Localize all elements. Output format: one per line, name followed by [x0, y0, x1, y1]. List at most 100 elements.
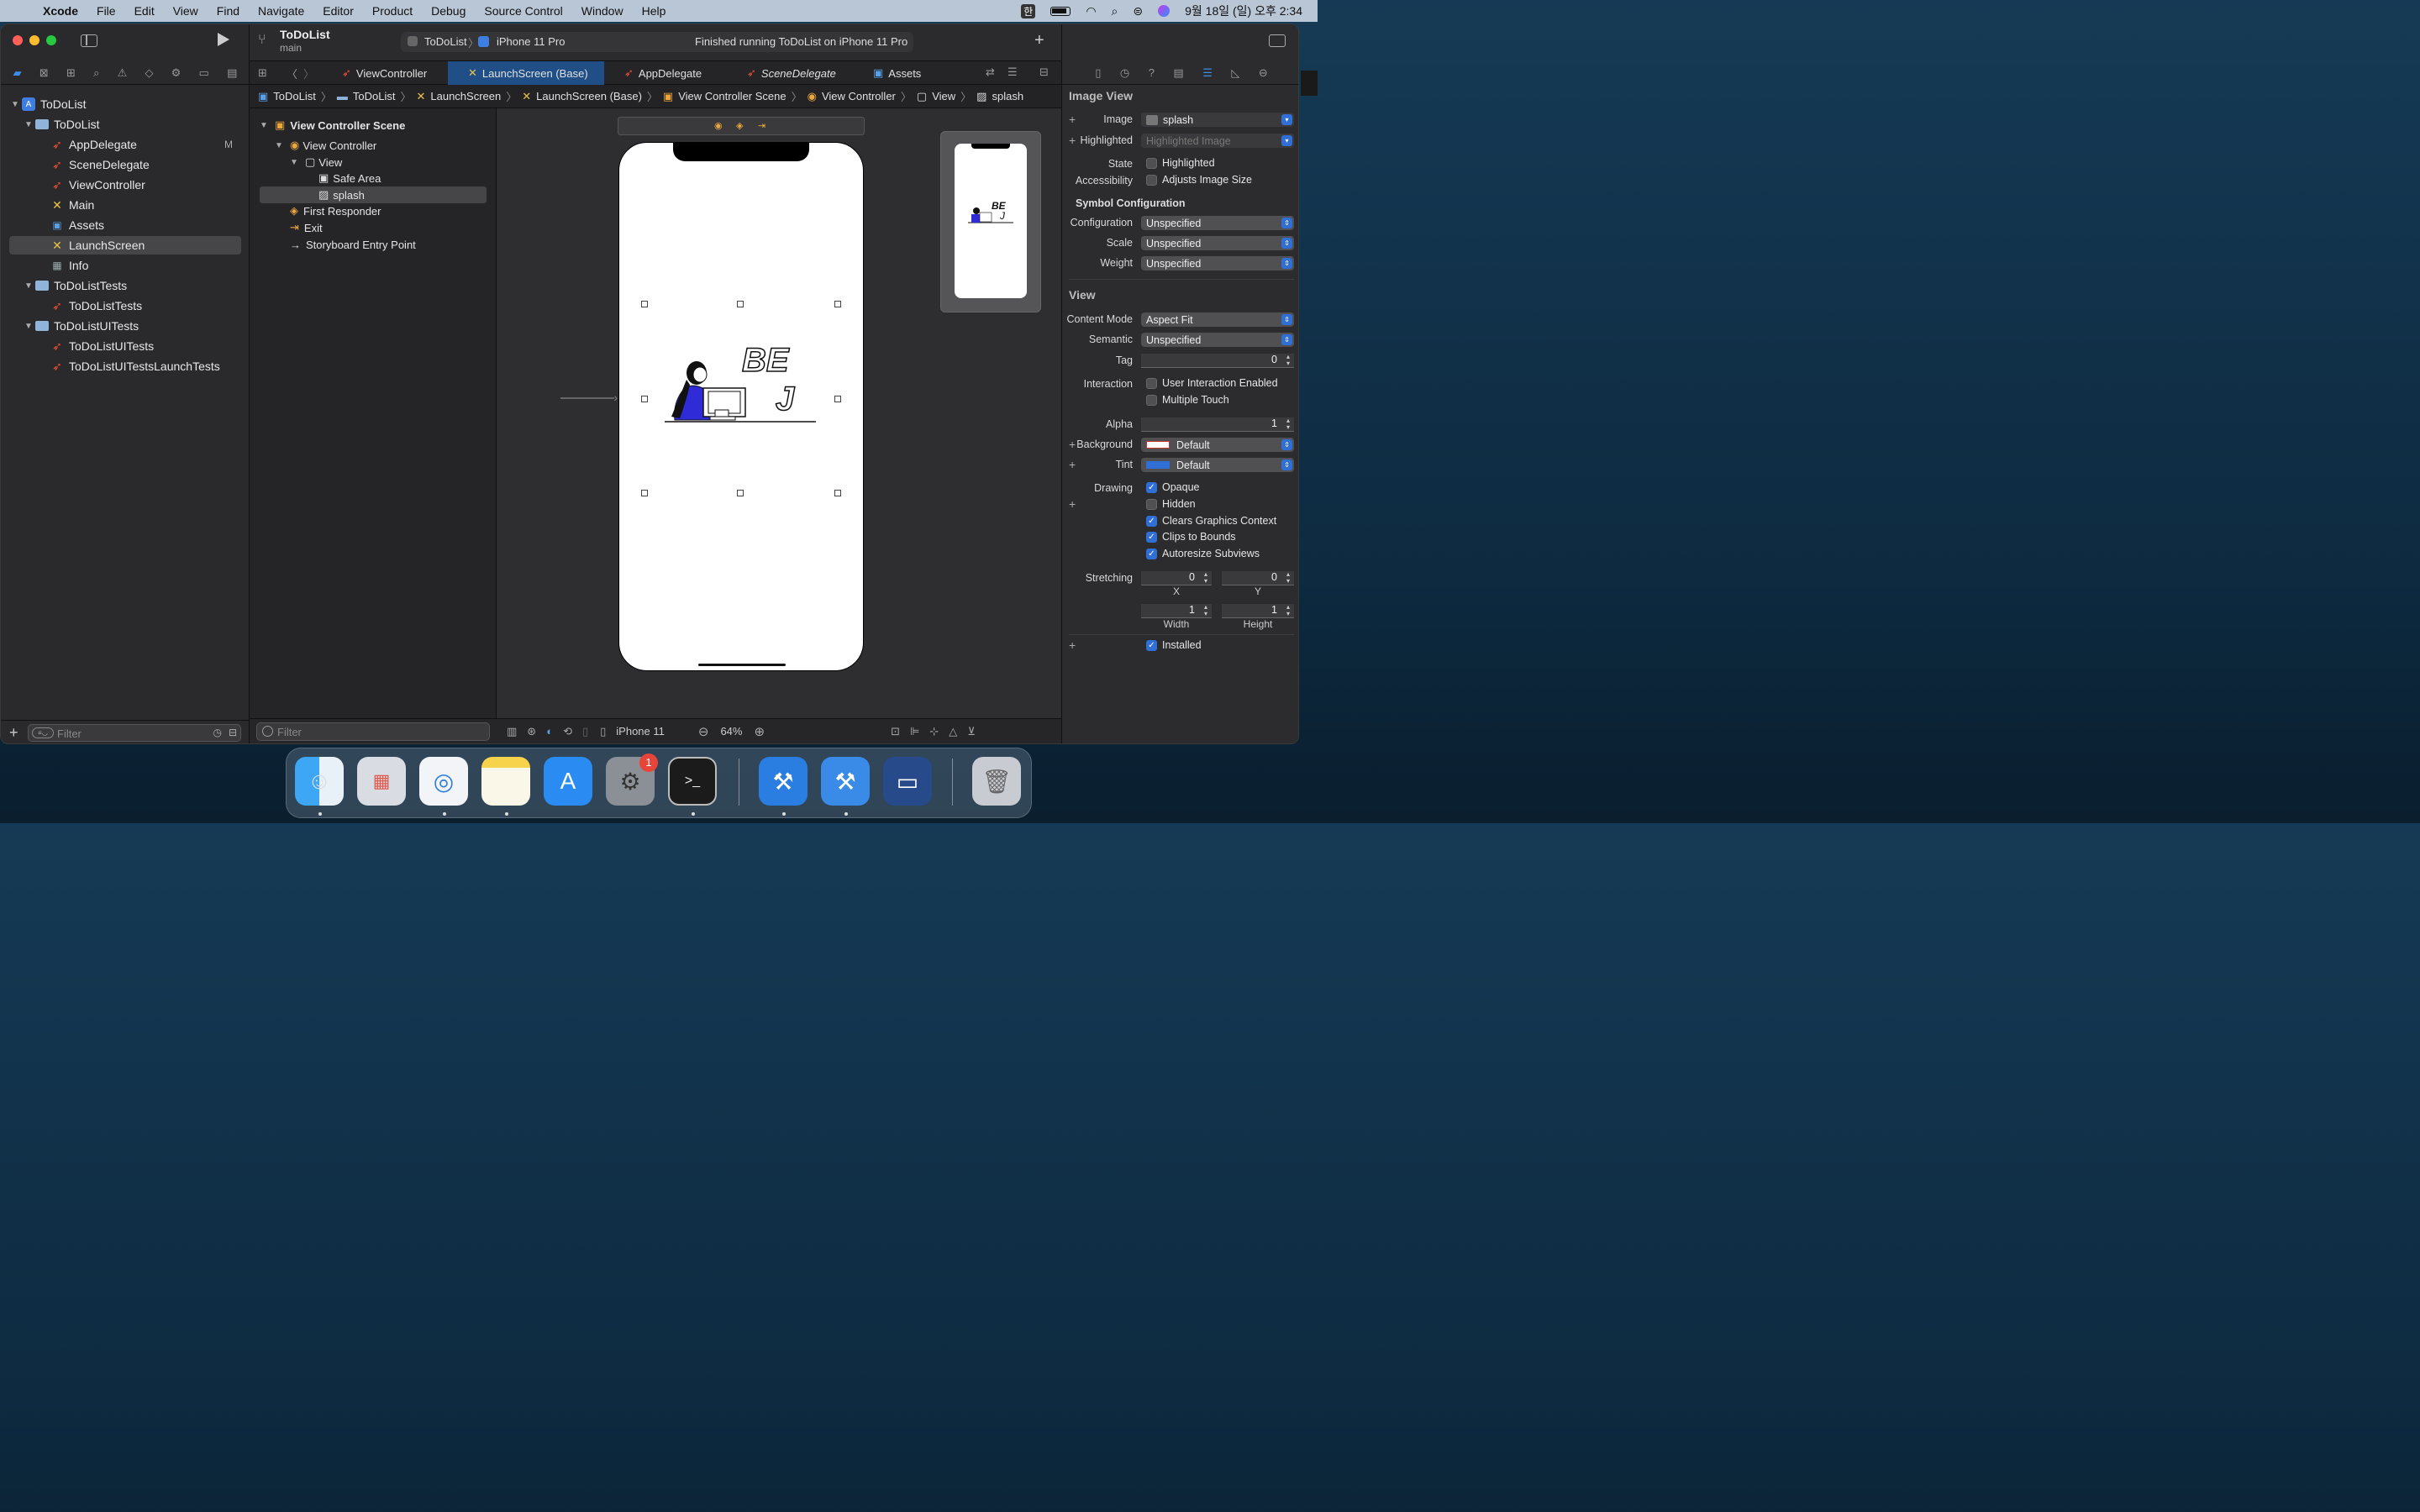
tree-item-project[interactable]: ▼ A ToDoList: [9, 95, 241, 113]
tab-launchscreen[interactable]: ✕ LaunchScreen (Base): [448, 61, 604, 85]
size-inspector-icon[interactable]: ◺: [1231, 66, 1239, 80]
scale-popup[interactable]: Unspecified ⇕: [1141, 236, 1294, 250]
tree-item-assets[interactable]: ▣ Assets: [9, 216, 241, 234]
menu-view[interactable]: View: [164, 4, 208, 18]
align-icon[interactable]: ⊫: [910, 725, 919, 738]
outline-scene[interactable]: ▼ ▣ View Controller Scene: [260, 117, 487, 134]
add-variation-icon[interactable]: +: [1069, 638, 1076, 652]
disclosure-chevron-icon[interactable]: ▼: [275, 141, 287, 150]
device-icon[interactable]: ▯: [600, 725, 606, 738]
menu-clock[interactable]: 9월 18일 (일) 오후 2:34: [1185, 3, 1302, 19]
dock-safari-icon[interactable]: ◎: [419, 757, 468, 806]
appearance-icon[interactable]: ◐: [546, 725, 553, 738]
dock-app-store-icon[interactable]: A: [544, 757, 592, 806]
disclosure-chevron-icon[interactable]: ▼: [290, 158, 302, 167]
resize-handle[interactable]: [641, 490, 648, 496]
tree-item-group-todolist[interactable]: ▼ ToDoList: [9, 115, 241, 134]
dock-trash-icon[interactable]: 🗑: [972, 757, 1021, 806]
outline-safe-area[interactable]: ▣ Safe Area: [260, 170, 487, 186]
related-items-icon[interactable]: ⊞: [258, 66, 267, 80]
outline-view[interactable]: ▼ ▢ View: [260, 154, 487, 171]
editor-options-icon[interactable]: ☰: [1007, 66, 1018, 79]
opaque-checkbox[interactable]: ✓ Opaque: [1146, 481, 1199, 493]
zoom-out-icon[interactable]: ⊖: [698, 724, 709, 739]
tree-item-group-tests[interactable]: ▼ ToDoListTests: [9, 276, 241, 295]
tree-item-uitests-file[interactable]: ➶ ToDoListUITests: [9, 337, 241, 355]
tree-item-viewcontroller[interactable]: ➶ ViewController: [9, 176, 241, 194]
run-button[interactable]: [218, 33, 229, 46]
jumpbar-item[interactable]: View: [932, 90, 955, 102]
stretch-height-field[interactable]: 1 ▴ ▾: [1222, 604, 1294, 618]
resize-handle[interactable]: [834, 490, 841, 496]
accessibility-icon[interactable]: ⊛: [527, 725, 536, 738]
content-mode-popup[interactable]: Aspect Fit ⇕: [1141, 312, 1294, 327]
menu-file[interactable]: File: [87, 4, 125, 18]
menu-find[interactable]: Find: [208, 4, 249, 18]
resize-handle[interactable]: [834, 301, 841, 307]
connections-inspector-icon[interactable]: ⊖: [1259, 66, 1268, 80]
folder-navigator-icon[interactable]: ▰: [13, 66, 22, 80]
navigator-filter-input[interactable]: ≡◡ Filter ◷ ⊟: [28, 724, 241, 742]
semantic-popup[interactable]: Unspecified ⇕: [1141, 333, 1294, 347]
symbol-navigator-icon[interactable]: ⊞: [66, 66, 76, 80]
tree-item-launchscreen[interactable]: ✕ LaunchScreen: [9, 236, 241, 255]
menu-source-control[interactable]: Source Control: [475, 4, 571, 18]
dock-terminal-icon[interactable]: >_: [668, 757, 717, 806]
configuration-popup[interactable]: Unspecified ⇕: [1141, 216, 1294, 230]
back-chevron-icon[interactable]: 〈: [287, 66, 297, 81]
weight-popup[interactable]: Unspecified ⇕: [1141, 256, 1294, 270]
attributes-inspector-icon[interactable]: ☰: [1202, 66, 1213, 80]
file-inspector-icon[interactable]: ▯: [1095, 66, 1101, 80]
split-editor-icon[interactable]: ⊟: [1039, 66, 1049, 79]
menu-help[interactable]: Help: [633, 4, 676, 18]
debug-navigator-icon[interactable]: ⚙: [171, 66, 182, 80]
launch-screen-device[interactable]: BE J: [618, 142, 864, 671]
device-layout-icon[interactable]: ▯: [582, 725, 588, 738]
background-color-popup[interactable]: Default ⇕: [1141, 438, 1294, 452]
user-interaction-checkbox[interactable]: User Interaction Enabled: [1146, 377, 1278, 389]
scene-dock[interactable]: ◉ ◈ ⇥: [618, 117, 865, 135]
tab-assets[interactable]: ▣ Assets: [863, 61, 947, 85]
resize-handle[interactable]: [641, 301, 648, 307]
filter-options-icon[interactable]: ≡◡: [32, 727, 54, 738]
menu-navigate[interactable]: Navigate: [249, 4, 313, 18]
find-navigator-icon[interactable]: ⌕: [93, 66, 99, 80]
menu-window[interactable]: Window: [572, 4, 633, 18]
siri-icon[interactable]: [1158, 5, 1171, 17]
close-window-button[interactable]: [13, 35, 23, 45]
scm-filter-icon[interactable]: ⊟: [229, 727, 237, 738]
battery-icon[interactable]: [1050, 6, 1071, 16]
tab-viewcontroller[interactable]: ➶ ViewController: [332, 61, 441, 85]
resize-handle[interactable]: [737, 301, 744, 307]
issue-navigator-icon[interactable]: ⚠: [118, 66, 128, 80]
disclosure-chevron-icon[interactable]: ▼: [260, 121, 271, 130]
dock-xcode-beta-icon[interactable]: ⚒: [821, 757, 870, 806]
breakpoint-navigator-icon[interactable]: ▭: [199, 66, 209, 80]
tab-scenedelegate[interactable]: ➶ SceneDelegate: [734, 61, 851, 85]
tab-appdelegate[interactable]: ➶ AppDelegate: [611, 61, 729, 85]
clips-bounds-checkbox[interactable]: ✓ Clips to Bounds: [1146, 531, 1236, 543]
view-controller-icon[interactable]: ◉: [714, 120, 723, 131]
tree-item-appdelegate[interactable]: ➶ AppDelegate M: [9, 135, 241, 154]
minimize-window-button[interactable]: [29, 35, 39, 45]
menu-app[interactable]: Xcode: [34, 4, 87, 18]
interface-builder-canvas[interactable]: ◉ ◈ ⇥ › BE J BE J: [497, 108, 1061, 718]
tree-item-main[interactable]: ✕ Main: [9, 196, 241, 214]
tree-item-group-uitests[interactable]: ▼ ToDoListUITests: [9, 317, 241, 335]
resize-handle[interactable]: [737, 490, 744, 496]
jumpbar-item[interactable]: LaunchScreen (Base): [536, 90, 642, 102]
jumpbar-item[interactable]: View Controller Scene: [678, 90, 786, 102]
disclosure-chevron-icon[interactable]: ▼: [23, 322, 34, 331]
tree-item-scenedelegate[interactable]: ➶ SceneDelegate: [9, 155, 241, 174]
sidebar-toggle-icon[interactable]: [81, 34, 97, 47]
zoom-level[interactable]: 64%: [720, 725, 742, 738]
hidden-checkbox[interactable]: Hidden: [1146, 498, 1196, 510]
spotlight-search-icon[interactable]: ⌕: [1112, 4, 1118, 18]
help-inspector-icon[interactable]: ?: [1149, 66, 1155, 79]
menu-edit[interactable]: Edit: [125, 4, 164, 18]
update-frames-icon[interactable]: ⊡: [891, 725, 900, 738]
control-center-icon[interactable]: ⊜: [1133, 4, 1143, 18]
resolve-issues-icon[interactable]: △: [949, 725, 957, 738]
chevron-down-icon[interactable]: ▾: [1281, 114, 1292, 125]
menu-product[interactable]: Product: [363, 4, 422, 18]
